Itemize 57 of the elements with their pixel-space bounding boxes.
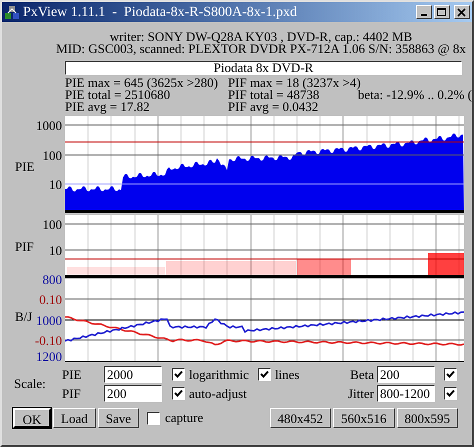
stat-text: PIF max = 18 (3237x >4) (228, 77, 358, 89)
stat-text: PIF total = 48738 (228, 89, 320, 101)
checkbox-label: capture (165, 409, 204, 428)
close-icon (457, 8, 467, 16)
push-button[interactable]: OK (13, 408, 51, 428)
checkbox[interactable] (172, 387, 185, 400)
axis-title: PIF (15, 240, 34, 253)
scan-info: MID: GSC003, scanned: PLEXTOR DVDR PX-712A 1.06 S/N: 358863 @ 8x (56, 43, 466, 55)
minimize-icon (421, 14, 427, 16)
tick-label: 1200 (36, 350, 62, 363)
size-button[interactable]: 800x595 (396, 408, 458, 428)
checkbox[interactable] (147, 412, 160, 424)
field-label: Beta (349, 367, 374, 382)
writer-info: writer: SONY DW-Q28A KY03 , DVD-R, cap.: 4402 MB (110, 31, 412, 43)
tick-label: 1000 (36, 314, 62, 327)
scale-label: Scale: (14, 376, 47, 393)
axis-title: B/J (15, 310, 32, 323)
push-button[interactable]: Save (98, 408, 139, 428)
stat-text: PIE avg = 17.82 (65, 101, 150, 113)
checkbox[interactable] (258, 368, 271, 381)
tick-label: 800 (42, 273, 62, 286)
window-title: PxView 1.11.1 - Piodata-8x-R-S800A-8x-1.pxd (23, 4, 297, 22)
field-label: PIE (62, 367, 82, 382)
beta-text: beta: -12.9% .. 0.2% ( (358, 89, 472, 101)
stat-text: PIE total = 2510680 (65, 89, 170, 101)
size-button[interactable]: 560x516 (333, 408, 394, 428)
tick-label: 100 (42, 218, 62, 231)
disc-label-field: Piodata 8x DVD-R (65, 61, 462, 75)
input-field[interactable]: 2000 (104, 366, 162, 383)
checkbox-label: lines (274, 367, 300, 382)
tick-label: 100 (42, 149, 62, 162)
input-field[interactable]: 200 (377, 366, 435, 383)
maximize-button[interactable] (434, 5, 450, 19)
checkbox[interactable] (444, 368, 457, 381)
field-label: Jitter (347, 386, 374, 401)
field-label: PIF (62, 386, 82, 401)
tick-label: 1000 (36, 119, 62, 132)
push-button[interactable]: Load (53, 408, 96, 428)
checkbox-label: auto-adjust (189, 386, 247, 401)
tick-label: 0.10 (39, 293, 62, 306)
checkbox[interactable] (172, 368, 185, 381)
maximize-icon (437, 8, 447, 16)
tick-label: 10 (49, 178, 62, 191)
app-icon (4, 4, 20, 20)
checkbox[interactable] (444, 387, 457, 400)
tick-label: 10 (49, 244, 62, 257)
stat-text: PIE max = 645 (3625x >280) (65, 77, 219, 89)
pif-bar (428, 253, 464, 275)
input-field[interactable]: 200 (104, 385, 162, 402)
tick-label: -0.10 (34, 334, 62, 347)
axis-title: PIE (15, 160, 34, 173)
close-button[interactable] (454, 5, 470, 19)
stat-text: PIF avg = 0.0432 (228, 101, 318, 113)
checkbox-label: logarithmic (189, 367, 249, 382)
minimize-button[interactable] (416, 5, 432, 19)
size-button[interactable]: 480x452 (270, 408, 331, 428)
input-field[interactable]: 800-1200 (377, 385, 435, 402)
